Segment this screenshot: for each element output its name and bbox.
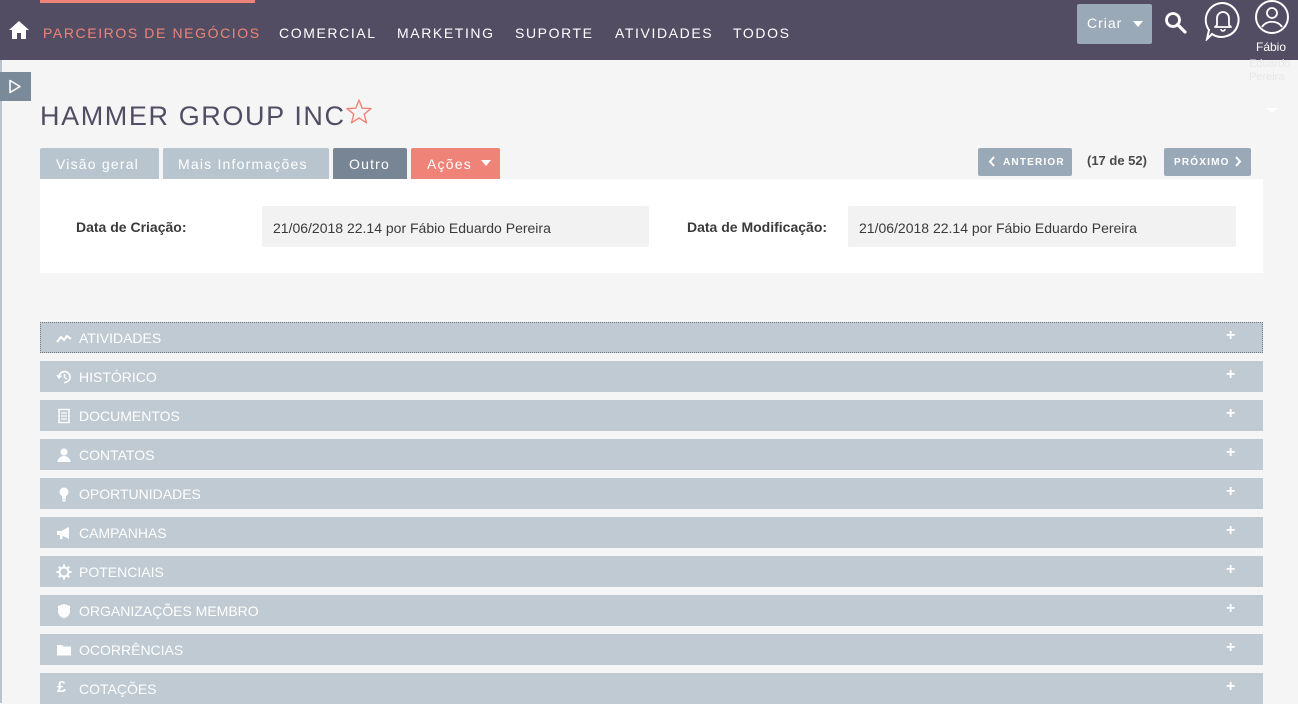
modified-date-field: 21/06/2018 22.14 por Fábio Eduardo Perei… bbox=[848, 206, 1236, 247]
nav-item-marketing[interactable]: MARKETING bbox=[397, 25, 495, 41]
subpanel-cotacoes[interactable]: £ COTAÇÕES + bbox=[40, 673, 1263, 704]
user-menu-caret-icon[interactable] bbox=[1266, 108, 1278, 113]
previous-label: ANTERIOR bbox=[1003, 157, 1065, 168]
top-navigation-bar: PARCEIROS DE NEGÓCIOS COMERCIAL MARKETIN… bbox=[0, 0, 1298, 60]
subpanel-label: OCORRÊNCIAS bbox=[79, 642, 184, 658]
expand-plus-icon[interactable]: + bbox=[1226, 366, 1235, 384]
subpanel-atividades[interactable]: ATIVIDADES + bbox=[40, 322, 1263, 353]
home-icon[interactable] bbox=[8, 20, 30, 40]
subpanel-historico[interactable]: HISTÓRICO + bbox=[40, 361, 1263, 392]
tab-label: Outro bbox=[349, 156, 391, 172]
person-icon bbox=[57, 448, 71, 462]
created-date-field: 21/06/2018 22.14 por Fábio Eduardo Perei… bbox=[262, 206, 649, 247]
subpanel-label: DOCUMENTOS bbox=[79, 408, 180, 424]
active-nav-indicator bbox=[40, 0, 255, 3]
user-name-overflow: Eduardo Pereira bbox=[1249, 58, 1291, 83]
subpanel-label: OPORTUNIDADES bbox=[79, 486, 201, 502]
expand-plus-icon[interactable]: + bbox=[1226, 483, 1235, 501]
search-icon[interactable] bbox=[1164, 11, 1188, 35]
expand-plus-icon[interactable]: + bbox=[1226, 600, 1235, 618]
tab-outro[interactable]: Outro bbox=[333, 148, 407, 179]
subpanel-documentos[interactable]: DOCUMENTOS + bbox=[40, 400, 1263, 431]
nav-item-todos[interactable]: TODOS bbox=[733, 25, 791, 41]
nav-item-parceiros[interactable]: PARCEIROS DE NEGÓCIOS bbox=[43, 25, 261, 41]
created-date-label: Data de Criação: bbox=[76, 219, 187, 235]
expand-plus-icon[interactable]: + bbox=[1226, 561, 1235, 579]
next-record-button[interactable]: PRÓXIMO bbox=[1164, 148, 1251, 176]
pound-icon: £ bbox=[57, 679, 66, 696]
subpanel-label: ATIVIDADES bbox=[79, 330, 162, 346]
activity-icon bbox=[56, 334, 72, 343]
tab-mais-informacoes[interactable]: Mais Informações bbox=[163, 148, 329, 179]
subpanel-label: HISTÓRICO bbox=[79, 369, 157, 385]
expand-plus-icon[interactable]: + bbox=[1226, 405, 1235, 423]
tab-visao-geral[interactable]: Visão geral bbox=[40, 148, 159, 179]
modified-date-label: Data de Modificação: bbox=[687, 219, 828, 235]
expand-plus-icon[interactable]: + bbox=[1226, 327, 1235, 345]
play-arrow-icon bbox=[9, 79, 21, 94]
expand-plus-icon[interactable]: + bbox=[1226, 639, 1235, 657]
nav-item-suporte[interactable]: SUPORTE bbox=[515, 25, 594, 41]
subpanel-label: CONTATOS bbox=[79, 447, 155, 463]
tab-label: Mais Informações bbox=[178, 156, 308, 172]
created-date-value: 21/06/2018 22.14 por Fábio Eduardo Perei… bbox=[273, 220, 551, 236]
subpanel-potenciais[interactable]: POTENCIAIS + bbox=[40, 556, 1263, 587]
modified-date-value: 21/06/2018 22.14 por Fábio Eduardo Perei… bbox=[859, 220, 1137, 236]
user-name[interactable]: Fábio bbox=[1256, 40, 1286, 54]
subpanel-label: CAMPANHAS bbox=[79, 525, 167, 541]
subpanel-organizacoes-membro[interactable]: ORGANIZAÇÕES MEMBRO + bbox=[40, 595, 1263, 626]
record-counter: (17 de 52) bbox=[1087, 153, 1147, 168]
create-button-label: Criar bbox=[1087, 15, 1123, 31]
subpanel-contatos[interactable]: CONTATOS + bbox=[40, 439, 1263, 470]
expand-plus-icon[interactable]: + bbox=[1226, 444, 1235, 462]
user-avatar-icon[interactable] bbox=[1252, 0, 1292, 36]
nav-item-atividades[interactable]: ATIVIDADES bbox=[615, 25, 713, 41]
subpanel-label: COTAÇÕES bbox=[79, 681, 157, 697]
sidebar-toggle-button[interactable] bbox=[0, 72, 31, 101]
gear-icon bbox=[56, 564, 72, 580]
tab-acoes[interactable]: Ações bbox=[411, 148, 500, 179]
megaphone-icon bbox=[57, 527, 69, 539]
subpanel-label: ORGANIZAÇÕES MEMBRO bbox=[79, 603, 259, 619]
create-button[interactable]: Criar bbox=[1077, 4, 1152, 44]
caret-down-icon bbox=[481, 160, 491, 166]
subpanel-oportunidades[interactable]: OPORTUNIDADES + bbox=[40, 478, 1263, 509]
chevron-left-icon bbox=[988, 156, 995, 167]
tab-label: Ações bbox=[427, 156, 472, 172]
tab-label: Visão geral bbox=[56, 156, 139, 172]
expand-plus-icon[interactable]: + bbox=[1226, 522, 1235, 540]
expand-plus-icon[interactable]: + bbox=[1226, 678, 1235, 696]
caret-down-icon bbox=[1133, 21, 1143, 27]
notifications-bell-icon[interactable] bbox=[1204, 1, 1242, 41]
document-icon bbox=[58, 408, 70, 424]
history-icon bbox=[56, 370, 71, 384]
favorite-star-icon[interactable] bbox=[345, 98, 373, 126]
record-title: HAMMER GROUP INC bbox=[40, 101, 346, 131]
folder-icon bbox=[57, 645, 71, 656]
subpanel-ocorrencias[interactable]: OCORRÊNCIAS + bbox=[40, 634, 1263, 665]
chevron-right-icon bbox=[1235, 156, 1242, 167]
subpanel-campanhas[interactable]: CAMPANHAS + bbox=[40, 517, 1263, 548]
next-label: PRÓXIMO bbox=[1174, 157, 1230, 168]
sidebar-edge bbox=[0, 60, 2, 703]
previous-record-button[interactable]: ANTERIOR bbox=[978, 148, 1072, 176]
nav-item-comercial[interactable]: COMERCIAL bbox=[279, 25, 377, 41]
shield-icon bbox=[57, 604, 71, 618]
subpanel-label: POTENCIAIS bbox=[79, 564, 164, 580]
lightbulb-icon bbox=[59, 487, 69, 502]
